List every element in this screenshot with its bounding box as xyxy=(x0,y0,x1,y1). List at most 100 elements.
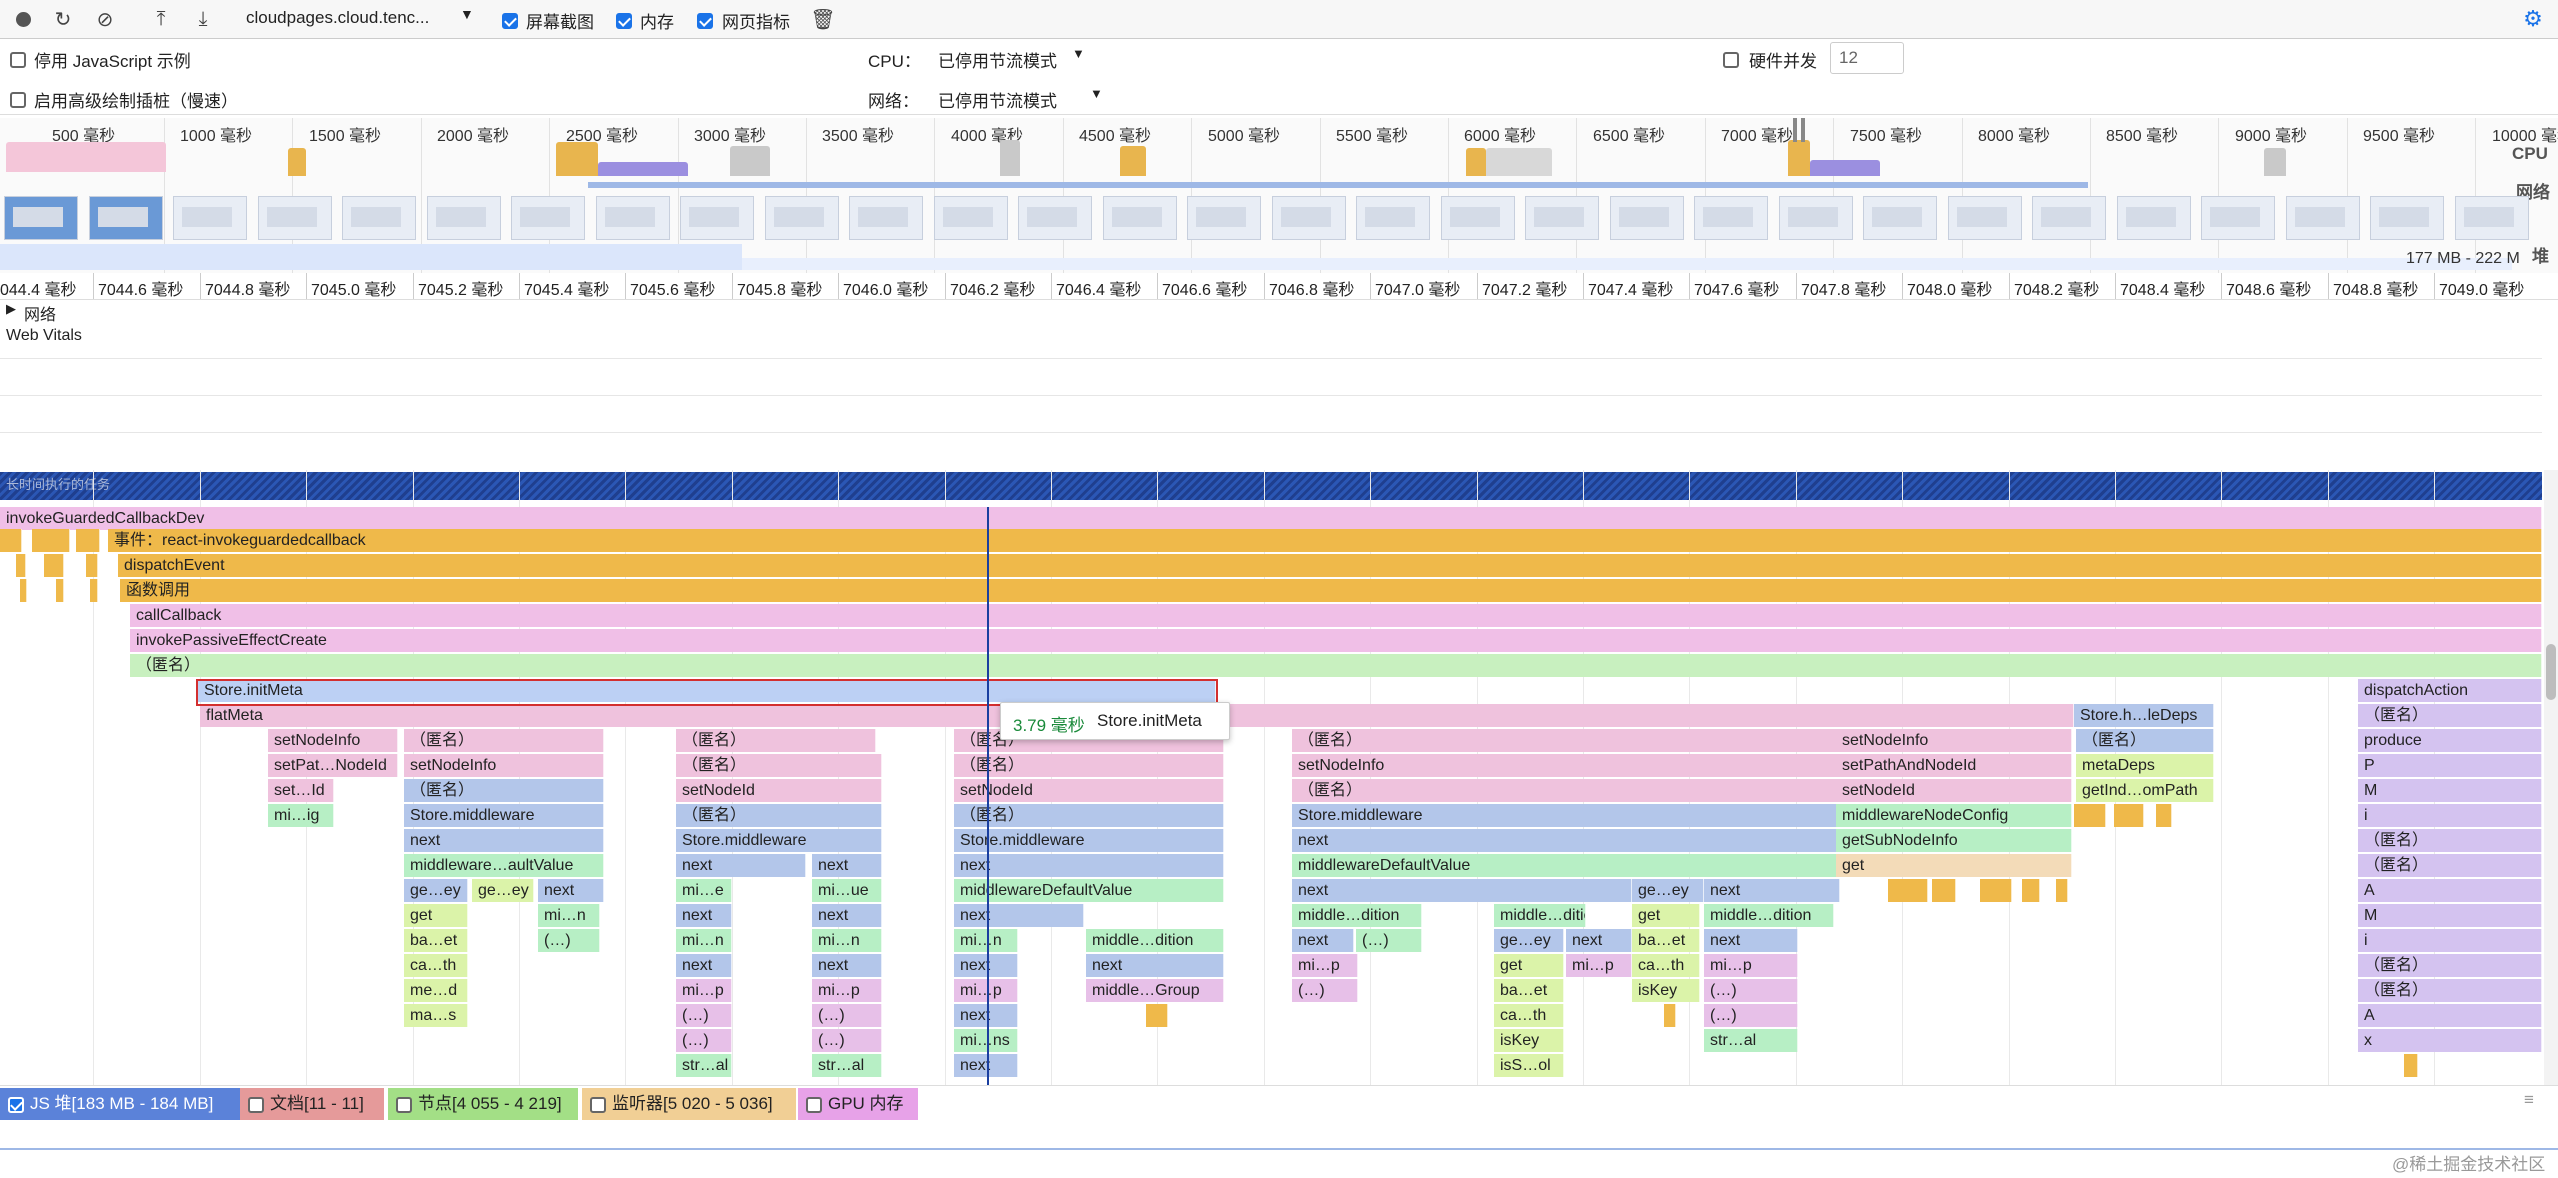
screenshot-thumbnail[interactable] xyxy=(849,196,923,240)
flame-frame[interactable]: middlewareDefaultValue xyxy=(1292,854,1842,877)
flame-frame[interactable]: （匿名） xyxy=(1292,779,1842,802)
flame-frame[interactable]: next xyxy=(812,904,882,927)
flame-frame[interactable]: (…) xyxy=(1704,1004,1798,1027)
flame-frame[interactable]: next xyxy=(676,954,732,977)
screenshot-thumbnail[interactable] xyxy=(2455,196,2529,240)
flame-frame[interactable]: me…d xyxy=(404,979,468,1002)
listeners-counter[interactable]: 监听器[5 020 - 5 036] xyxy=(582,1088,796,1120)
flame-frame[interactable]: ge…ey xyxy=(1632,879,1704,902)
screenshot-thumbnail[interactable] xyxy=(2370,196,2444,240)
flame-frame[interactable]: Store.middleware xyxy=(1292,804,1842,827)
flame-frame[interactable]: （匿名） xyxy=(1292,729,1842,752)
flame-frame[interactable] xyxy=(90,579,98,602)
flame-frame[interactable]: x xyxy=(2358,1029,2542,1052)
flame-frame[interactable] xyxy=(2156,804,2172,827)
flame-frame[interactable]: mi…p xyxy=(1704,954,1798,977)
download-icon[interactable]: ⤓ xyxy=(190,6,216,32)
chevron-down-icon[interactable]: ▼ xyxy=(1090,86,1103,101)
flame-frame[interactable]: str…al xyxy=(812,1054,882,1077)
flame-frame[interactable]: setNodeId xyxy=(954,779,1224,802)
flame-frame[interactable]: str…al xyxy=(676,1054,732,1077)
flame-frame[interactable] xyxy=(2404,1054,2418,1077)
flame-frame[interactable]: setNodeId xyxy=(1836,779,2072,802)
flame-frame[interactable]: （匿名） xyxy=(404,729,604,752)
flame-frame[interactable]: Store.middleware xyxy=(404,804,604,827)
screenshot-thumbnail[interactable] xyxy=(258,196,332,240)
flame-frame[interactable] xyxy=(2074,804,2106,827)
flame-frame[interactable]: getInd…omPath xyxy=(2076,779,2214,802)
screenshots-checkbox[interactable] xyxy=(502,10,518,30)
flame-frame[interactable] xyxy=(1888,879,1928,902)
screenshot-thumbnail[interactable] xyxy=(1525,196,1599,240)
flame-frame[interactable]: next xyxy=(954,954,1018,977)
gear-icon[interactable]: ⚙ xyxy=(2520,6,2546,32)
flame-frame[interactable]: ba…et xyxy=(1632,929,1700,952)
flame-frame[interactable]: next xyxy=(1086,954,1224,977)
flame-frame[interactable]: middle…dition xyxy=(1704,904,1834,927)
flame-frame[interactable]: next xyxy=(538,879,604,902)
screenshot-thumbnail[interactable] xyxy=(1694,196,1768,240)
documents-counter[interactable]: 文档[11 - 11] xyxy=(240,1088,384,1120)
flame-frame[interactable]: mi…ue xyxy=(812,879,882,902)
screenshot-thumbnail[interactable] xyxy=(1356,196,1430,240)
flame-frame[interactable]: next xyxy=(676,904,732,927)
screenshot-thumbnail[interactable] xyxy=(1948,196,2022,240)
flame-frame[interactable]: （匿名） xyxy=(2358,854,2542,877)
flame-frame[interactable]: middlewareNodeConfig xyxy=(1836,804,2072,827)
flame-frame[interactable]: mi…ns xyxy=(954,1029,1018,1052)
flame-frame[interactable]: next xyxy=(676,854,806,877)
screenshot-thumbnail[interactable] xyxy=(2201,196,2275,240)
flame-frame[interactable]: ca…th xyxy=(1632,954,1700,977)
network-track-label[interactable]: 网络 xyxy=(24,301,56,325)
flame-frame[interactable] xyxy=(1980,879,2012,902)
screenshot-thumbnail[interactable] xyxy=(2117,196,2191,240)
screenshot-thumbnail[interactable] xyxy=(2032,196,2106,240)
flame-frame[interactable]: (…) xyxy=(1356,929,1422,952)
screenshot-thumbnail[interactable] xyxy=(596,196,670,240)
flame-frame[interactable]: （匿名） xyxy=(676,804,882,827)
flame-frame[interactable]: Store.initMeta xyxy=(198,679,1216,702)
flame-frame[interactable]: mi…n xyxy=(538,904,600,927)
network-throttle-select[interactable]: 已停用节流模式 xyxy=(938,87,1057,112)
hw-concurrency-checkbox[interactable] xyxy=(1723,49,1739,69)
flame-frame[interactable]: Store.middleware xyxy=(954,829,1224,852)
screenshot-thumbnail[interactable] xyxy=(1779,196,1853,240)
disable-js-samples-checkbox[interactable] xyxy=(10,49,26,69)
flame-frame[interactable]: (…) xyxy=(1292,979,1358,1002)
flame-frame[interactable]: setNodeInfo xyxy=(268,729,398,752)
flame-frame[interactable]: next xyxy=(1704,929,1798,952)
flame-frame[interactable] xyxy=(76,529,100,552)
screenshot-thumbnail[interactable] xyxy=(765,196,839,240)
flame-frame[interactable]: next xyxy=(812,854,882,877)
flame-frame[interactable]: middlewareDefaultValue xyxy=(954,879,1224,902)
flame-frame[interactable]: next xyxy=(954,1054,1018,1077)
flame-frame[interactable]: set…Id xyxy=(268,779,334,802)
flame-frame[interactable]: mi…n xyxy=(954,929,1018,952)
flame-frame[interactable]: middleware…aultValue xyxy=(404,854,604,877)
flame-frame[interactable]: next xyxy=(1292,929,1354,952)
flame-frame[interactable] xyxy=(32,529,70,552)
hw-concurrency-input[interactable]: 12 xyxy=(1830,42,1904,74)
screenshot-thumbnail[interactable] xyxy=(173,196,247,240)
flame-frame[interactable]: isKey xyxy=(1494,1029,1564,1052)
flame-frame[interactable]: next xyxy=(954,854,1224,877)
flame-frame[interactable]: A xyxy=(2358,879,2542,902)
memory-checkbox[interactable] xyxy=(616,10,632,30)
screenshot-thumbnail[interactable] xyxy=(427,196,501,240)
flame-frame[interactable]: （匿名） xyxy=(2076,729,2214,752)
flame-frame[interactable]: i xyxy=(2358,929,2542,952)
flame-frame[interactable]: produce xyxy=(2358,729,2542,752)
flame-frame[interactable]: next xyxy=(1704,879,1840,902)
flame-frame[interactable]: 事件：react-invokeguardedcallback xyxy=(108,529,2542,552)
flame-frame[interactable]: get xyxy=(1494,954,1564,977)
flame-frame[interactable]: isKey xyxy=(1632,979,1700,1002)
selection-handle[interactable] xyxy=(1793,118,1797,142)
flame-frame[interactable]: （匿名） xyxy=(676,754,882,777)
flame-frame[interactable]: middle…dition xyxy=(1086,929,1224,952)
flame-frame[interactable]: （匿名） xyxy=(2358,829,2542,852)
gpu-memory-counter[interactable]: GPU 内存 xyxy=(798,1088,918,1120)
web-vitals-checkbox[interactable] xyxy=(697,10,713,30)
trash-icon[interactable]: 🗑 xyxy=(810,6,836,32)
flame-frame[interactable]: metaDeps xyxy=(2076,754,2214,777)
flame-frame[interactable] xyxy=(2114,804,2144,827)
